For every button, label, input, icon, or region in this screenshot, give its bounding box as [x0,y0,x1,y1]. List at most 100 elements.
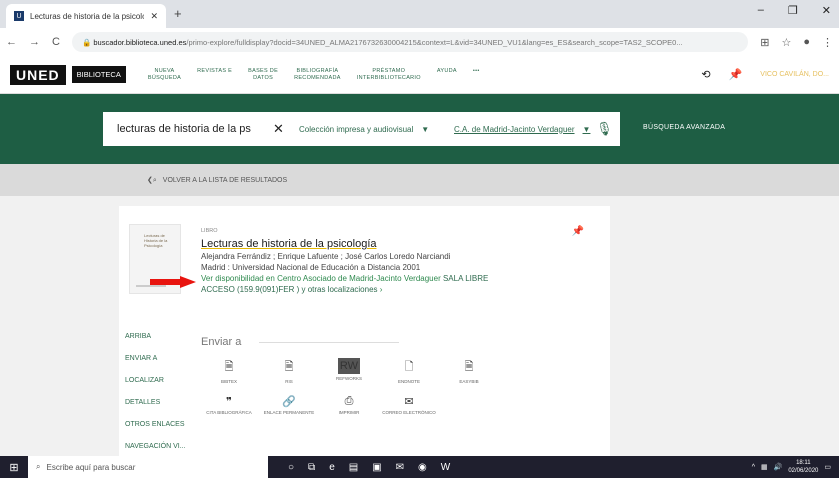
sidebar-item-navegacion[interactable]: NAVEGACIÓN VI... [125,436,186,458]
refworks-icon: RW [337,358,361,374]
translate-icon[interactable]: ⊞ [760,36,769,49]
profile-icon[interactable]: ● [803,36,810,48]
library-select[interactable]: C.A. de Madrid-Jacinto Verdaguer ▼ [446,125,596,134]
menu-bibliografia[interactable]: BIBLIOGRAFÍA RECOMENDADA [294,68,341,82]
action-ris[interactable]: 🗎 RIS [259,358,319,385]
menu-dots-icon[interactable]: ⋮ [822,36,833,49]
file-explorer-icon[interactable]: ▤ [349,462,358,473]
availability-room: SALA LIBRE [442,274,489,283]
back-chevron-icon: ❮⌕ [147,176,157,184]
browser-tab[interactable]: U Lecturas de historia de la psicolo ✕ [6,4,166,28]
main-menu: NUEVA BÚSQUEDA REVISTAS E BASES DE DATOS B… [148,68,480,82]
collection-select[interactable]: Colección impresa y audiovisual ▼ [291,125,446,134]
menu-nueva-busqueda[interactable]: NUEVA BÚSQUEDA [148,68,181,82]
action-correo[interactable]: ✉ CORREO ELECTRÓNICO [379,395,439,416]
taskbar-search-placeholder: Escribe aquí para buscar [46,462,136,472]
record-authors: Alejandra Ferrándiz ; Enrique Lafuente ;… [201,252,451,261]
menu-prestamo[interactable]: PRÉSTAMO INTERBIBLIOTECARIO [357,68,421,82]
uned-logo[interactable]: UNED [10,64,66,85]
advanced-search-link[interactable]: BÚSQUEDA AVANZADA [643,124,725,131]
task-view-icon[interactable]: ⧉ [308,462,315,473]
cover-title: Lecturas de Historia de la Psicología [144,233,168,248]
search-input[interactable]: lecturas de historia de la ps [103,123,273,135]
forward-arrow-icon[interactable]: → [29,36,40,48]
windows-taskbar: ⊞ ⌕ Escribe aquí para buscar ○ ⧉ e ▤ ▣ ✉… [0,456,839,478]
menu-bases-datos[interactable]: BASES DE DATOS [248,68,278,82]
window-controls: – ❐ ✕ [758,4,839,17]
windows-start-icon[interactable]: ⊞ [0,461,28,474]
close-tab-icon[interactable]: ✕ [150,11,158,22]
action-enlace[interactable]: 🔗 ENLACE PERMANENTE [259,395,319,416]
header-actions: ⟲ 📌 VICO CAVILÁN, DO... [701,68,829,81]
sidebar-item-localizar[interactable]: LOCALIZAR [125,370,186,392]
user-name[interactable]: VICO CAVILÁN, DO... [760,71,829,78]
sidebar-item-detalles[interactable]: DETALLES [125,392,186,414]
action-bibtex[interactable]: 🗎 BIBTEX [199,358,259,385]
availability-center: Centro Asociado de Madrid-Jacinto Verdag… [277,274,441,283]
action-endnote[interactable]: 🗋 ENDNOTE [379,358,439,385]
sidebar-item-otros-enlaces[interactable]: OTROS ENLACES [125,414,186,436]
edge-icon[interactable]: e [329,462,335,473]
sidebar-item-enviar[interactable]: ENVIAR A [125,348,186,370]
action-imprimir[interactable]: ⎙ IMPRIMIR [319,395,379,416]
site-header: UNED BIBLIOTECA NUEVA BÚSQUEDA REVISTAS E… [0,56,839,94]
action-refworks[interactable]: RW REFWORKS [319,358,379,385]
menu-ayuda[interactable]: AYUDA [437,68,457,82]
pin-record-icon[interactable]: 📌 [572,226,584,237]
tray-chevron-icon[interactable]: ^ [752,464,755,471]
browser-tabbar: U Lecturas de historia de la psicolo ✕ +… [0,0,839,28]
volume-icon[interactable]: 🔊 [774,463,783,471]
mail-app-icon[interactable]: ✉ [396,462,404,473]
word-icon[interactable]: W [441,462,450,473]
file-icon: 🗎 [284,361,294,373]
pin-icon[interactable]: 📌 [729,68,743,81]
menu-revistas[interactable]: REVISTAS E [197,68,232,82]
file-icon: 🗎 [464,361,474,373]
url-field[interactable]: 🔒 buscador.biblioteca.uned.es /primo-exp… [71,32,749,52]
record-title[interactable]: Lecturas de historia de la psicología [201,237,488,251]
availability-prefix: Ver disponibilidad en [201,274,275,283]
network-icon[interactable]: ▦ [761,463,768,471]
menu-more[interactable]: ••• [473,68,480,82]
url-host: buscador.biblioteca.uned.es [93,37,187,47]
reload-icon[interactable]: C [52,36,60,48]
store-icon[interactable]: ▣ [372,462,381,473]
close-window-icon[interactable]: ✕ [822,4,831,17]
document-icon: 🗋 [404,361,414,373]
chrome-icon[interactable]: ◉ [418,462,427,473]
clear-search-icon[interactable]: ✕ [273,121,291,137]
link-icon: 🔗 [282,395,296,408]
history-icon[interactable]: ⟲ [701,68,710,81]
url-path: /primo-explore/fulldisplay?docid=34UNED_… [186,37,683,47]
action-easybib[interactable]: 🗎 EASYBIB [439,358,499,385]
availability-line2[interactable]: ACCESO (159.9(091)FER ) y otras localiza… [201,284,488,295]
cortana-icon[interactable]: ○ [288,462,294,473]
taskbar-search[interactable]: ⌕ Escribe aquí para buscar [28,456,268,478]
back-arrow-icon[interactable]: ← [6,36,17,48]
address-bar: ← → C 🔒 buscador.biblioteca.uned.es /pri… [0,28,839,56]
new-tab-icon[interactable]: + [174,6,182,21]
search-icon: ⌕ [36,462,41,471]
search-microphone-icon[interactable]: 🎙 [596,121,613,137]
lock-icon: 🔒 [81,37,94,47]
dropdown-arrow-icon: ▼ [421,124,430,134]
star-icon[interactable]: ☆ [781,36,791,49]
divider [259,342,399,343]
mail-icon: ✉ [404,395,414,408]
sidebar-item-arriba[interactable]: ARRIBA [125,326,186,348]
search-box: lecturas de historia de la ps ✕ Colecció… [103,112,620,146]
uned-favicon-icon: U [14,11,24,21]
clock[interactable]: 18:11 02/06/2020 [788,459,818,475]
biblioteca-logo[interactable]: BIBLIOTECA [71,66,126,83]
minimize-icon[interactable]: – [758,4,764,17]
system-tray: ^ ▦ 🔊 18:11 02/06/2020 ▭ [752,459,831,475]
search-bar-area: lecturas de historia de la ps ✕ Colecció… [0,94,839,164]
taskbar-apps: ○ ⧉ e ▤ ▣ ✉ ◉ W [288,462,450,473]
record-publisher: Madrid : Universidad Nacional de Educaci… [201,263,421,272]
notifications-icon[interactable]: ▭ [824,463,831,471]
availability-link[interactable]: Ver disponibilidad en Centro Asociado de… [201,273,488,284]
chevron-right-icon: › [379,285,383,294]
back-to-results[interactable]: ❮⌕ VOLVER A LA LISTA DE RESULTADOS [0,164,839,196]
action-cita[interactable]: ❞ CITA BIBLIOGRÁFICA [199,395,259,416]
maximize-icon[interactable]: ❐ [788,4,798,17]
